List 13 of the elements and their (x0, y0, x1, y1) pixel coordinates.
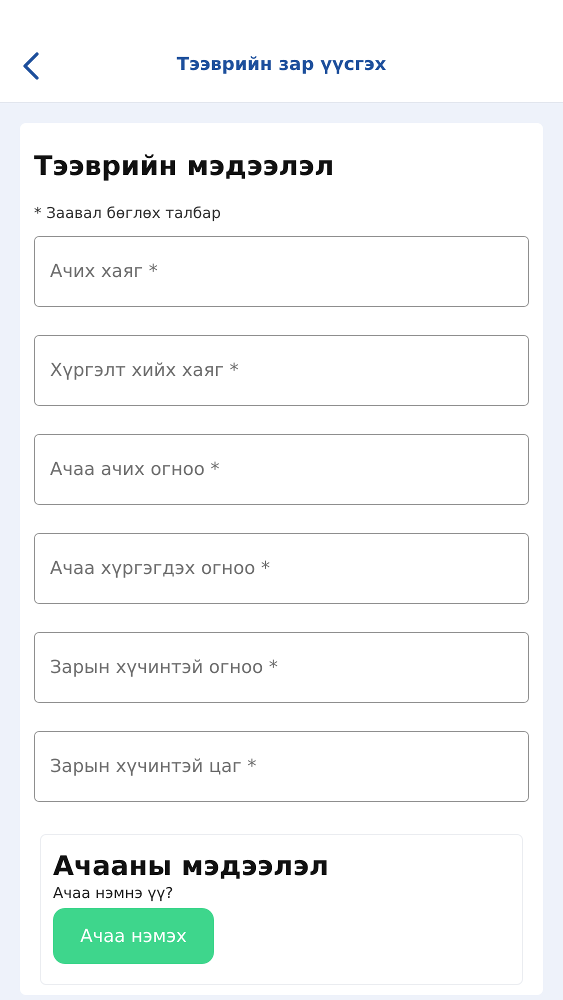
input-field[interactable]: Ачаа хүргэгдэх огноо * (34, 533, 529, 604)
input-field[interactable]: Ачаа ачих огноо * (34, 434, 529, 505)
back-chevron-icon[interactable] (22, 52, 40, 80)
section-heading: Тээврийн мэдээлэл (34, 151, 336, 182)
page-title: Тээврийн зар үүсгэх (176, 54, 386, 74)
section-heading: Ачааны мэдээлэл (53, 851, 329, 882)
required-note: * Заавал бөглөх талбар (34, 204, 222, 222)
input-field[interactable]: Ачих хаяг * (34, 236, 529, 307)
add-cargo-button[interactable]: Ачаа нэмэх (53, 908, 214, 964)
cargo-prompt: Ачаа нэмнэ үү? (53, 884, 174, 902)
input-field[interactable]: Зарын хүчинтэй огноо * (34, 632, 529, 703)
input-field[interactable]: Зарын хүчинтэй цаг * (34, 731, 529, 802)
input-field[interactable]: Хүргэлт хийх хаяг * (34, 335, 529, 406)
